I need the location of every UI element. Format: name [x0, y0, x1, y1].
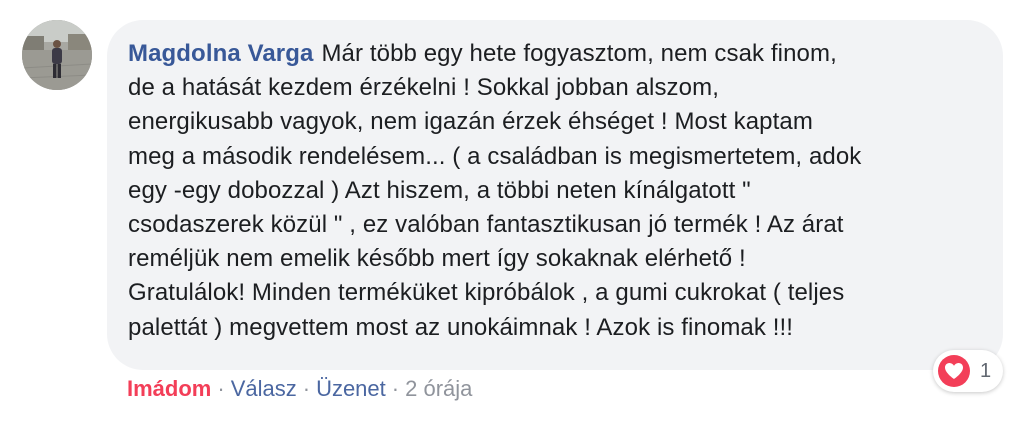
- separator: ·: [302, 376, 311, 401]
- timestamp-link[interactable]: 2 órája: [405, 376, 472, 401]
- comment-actions: Imádom · Válasz · Üzenet · 2 órája: [127, 374, 472, 404]
- heart-icon: [938, 355, 970, 387]
- comment-line: de a hatását kezdem érzékelni ! Sokkal j…: [128, 74, 719, 102]
- comment-line: palettát ) megvettem most az unokáimnak …: [128, 313, 794, 341]
- avatar[interactable]: [22, 20, 92, 90]
- comment-line: egy -egy dobozzal ) Azt hiszem, a többi …: [128, 176, 751, 204]
- separator: ·: [391, 376, 400, 401]
- comment-text: Magdolna Varga Már több egy hete fogyaszt…: [128, 37, 985, 345]
- comment-bubble: Magdolna Varga Már több egy hete fogyaszt…: [107, 20, 1003, 370]
- comment-line: Gratulálok! Minden terméküket kipróbálok…: [128, 279, 845, 307]
- reaction-count: 1: [980, 359, 992, 382]
- comment-line: Magdolna Varga Már több egy hete fogyaszt…: [128, 37, 985, 71]
- message-button[interactable]: Üzenet: [316, 376, 386, 401]
- separator: ·: [217, 376, 225, 401]
- author-name[interactable]: Magdolna Varga: [128, 40, 313, 67]
- comment-line: csodaszerek közül " , ez valóban fantasz…: [128, 211, 844, 239]
- reply-button[interactable]: Válasz: [231, 376, 297, 401]
- comment-line-text: Már több egy hete fogyasztom, nem csak f…: [321, 40, 837, 67]
- reaction-summary[interactable]: 1: [933, 350, 1004, 392]
- comment-line: reméljük nem emelik később mert így soka…: [128, 245, 746, 273]
- love-reaction-button[interactable]: Imádom: [127, 376, 211, 401]
- comment-line: meg a második rendelésem... ( a családba…: [128, 142, 862, 170]
- comment-line: energikusabb vagyok, nem igazán érzek éh…: [128, 108, 813, 136]
